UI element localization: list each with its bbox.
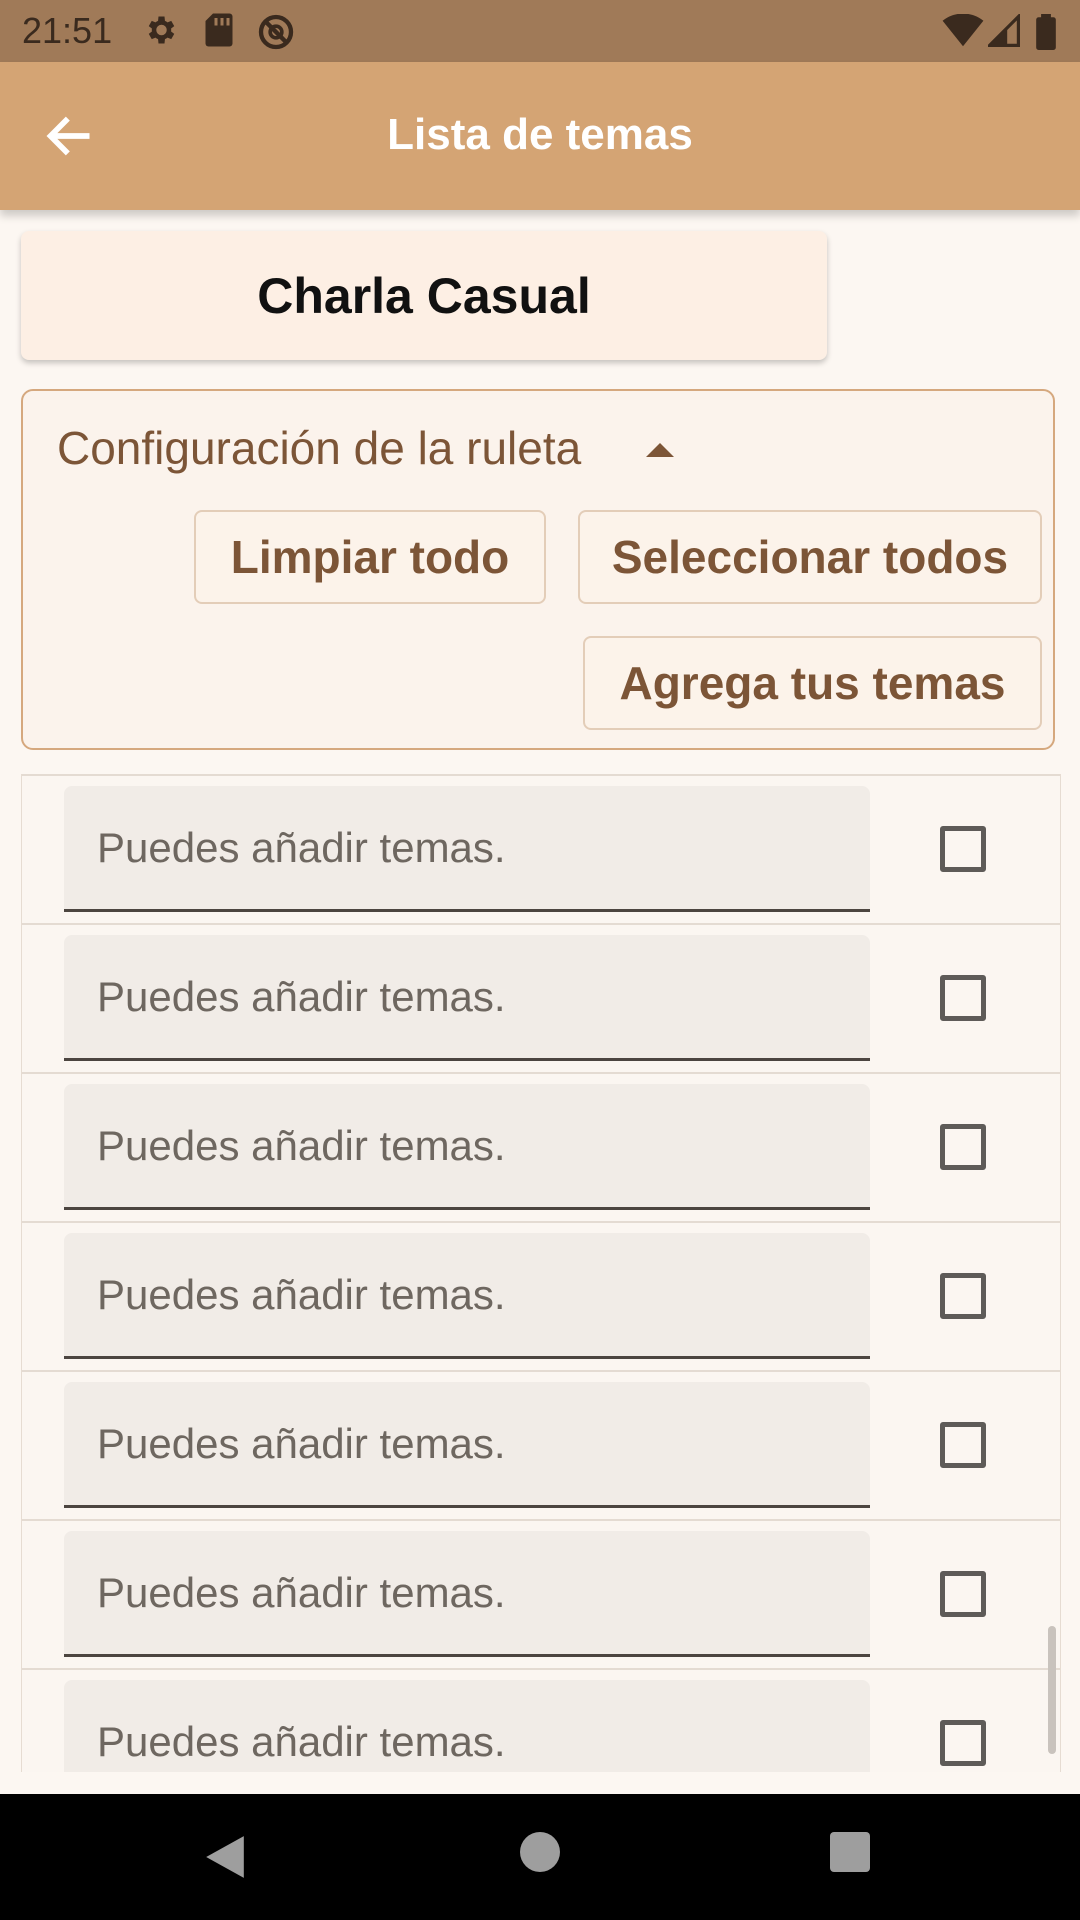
topic-checkbox[interactable]	[940, 1422, 986, 1468]
topic-input[interactable]: Puedes añadir temas.	[64, 786, 870, 912]
page-title: Lista de temas	[387, 110, 693, 159]
topic-input-placeholder: Puedes añadir temas.	[97, 824, 506, 871]
list-item: Puedes añadir temas.	[22, 1519, 1060, 1668]
topic-checkbox[interactable]	[940, 1571, 986, 1617]
list-item: Puedes añadir temas.	[22, 774, 1060, 923]
roulette-config-panel: Configuración de la ruleta Limpiar todo …	[21, 389, 1055, 750]
list-item: Puedes añadir temas.	[22, 923, 1060, 1072]
topic-input-placeholder: Puedes añadir temas.	[97, 1122, 506, 1169]
system-nav-bar	[0, 1794, 1080, 1920]
clear-all-button[interactable]: Limpiar todo	[194, 510, 546, 604]
battery-icon	[1036, 14, 1056, 50]
add-topics-label: Agrega tus temas	[619, 657, 1006, 709]
topic-input[interactable]: Puedes añadir temas.	[64, 1382, 870, 1508]
bottom-spacer	[0, 1772, 1080, 1794]
select-all-label: Seleccionar todos	[611, 531, 1009, 583]
select-all-button[interactable]: Seleccionar todos	[578, 510, 1042, 604]
list-scrollbar[interactable]	[1048, 1626, 1056, 1754]
sd-card-icon	[205, 13, 233, 47]
list-item: Puedes añadir temas.	[22, 1668, 1060, 1772]
config-title[interactable]: Configuración de la ruleta	[57, 421, 581, 475]
no-sync-icon	[258, 14, 294, 50]
nav-back-icon[interactable]	[204, 1834, 246, 1880]
topic-checkbox[interactable]	[940, 826, 986, 872]
topic-input-placeholder: Puedes añadir temas.	[97, 1271, 506, 1318]
topic-checkbox[interactable]	[940, 975, 986, 1021]
topic-input-placeholder: Puedes añadir temas.	[97, 1718, 506, 1765]
topic-input[interactable]: Puedes añadir temas.	[64, 1680, 870, 1772]
app-bar: Lista de temas	[0, 62, 1080, 210]
topic-input[interactable]: Puedes añadir temas.	[64, 1084, 870, 1210]
topic-input-placeholder: Puedes añadir temas.	[97, 973, 506, 1020]
status-bar: 21:51	[0, 0, 1080, 62]
topic-input-placeholder: Puedes añadir temas.	[97, 1569, 506, 1616]
category-title: Charla Casual	[257, 267, 591, 324]
nav-recents-icon[interactable]	[830, 1832, 870, 1872]
category-card[interactable]: Charla Casual	[21, 231, 827, 360]
topic-input[interactable]: Puedes añadir temas.	[64, 1233, 870, 1359]
wifi-icon	[942, 14, 984, 47]
topic-input-placeholder: Puedes añadir temas.	[97, 1420, 506, 1467]
topic-checkbox[interactable]	[940, 1720, 986, 1766]
topic-list[interactable]: Puedes añadir temas. Puedes añadir temas…	[21, 774, 1061, 1772]
nav-home-icon[interactable]	[520, 1832, 560, 1872]
status-time: 21:51	[22, 10, 113, 51]
gear-icon	[148, 16, 175, 44]
topic-input[interactable]: Puedes añadir temas.	[64, 1531, 870, 1657]
clear-all-label: Limpiar todo	[230, 531, 510, 583]
list-item: Puedes añadir temas.	[22, 1221, 1060, 1370]
topic-checkbox[interactable]	[940, 1124, 986, 1170]
topic-checkbox[interactable]	[940, 1273, 986, 1319]
cell-signal-icon	[988, 14, 1020, 47]
add-topics-button[interactable]: Agrega tus temas	[583, 636, 1042, 730]
list-item: Puedes añadir temas.	[22, 1370, 1060, 1519]
list-item: Puedes añadir temas.	[22, 1072, 1060, 1221]
caret-up-icon[interactable]	[646, 443, 674, 457]
topic-input[interactable]: Puedes añadir temas.	[64, 935, 870, 1061]
